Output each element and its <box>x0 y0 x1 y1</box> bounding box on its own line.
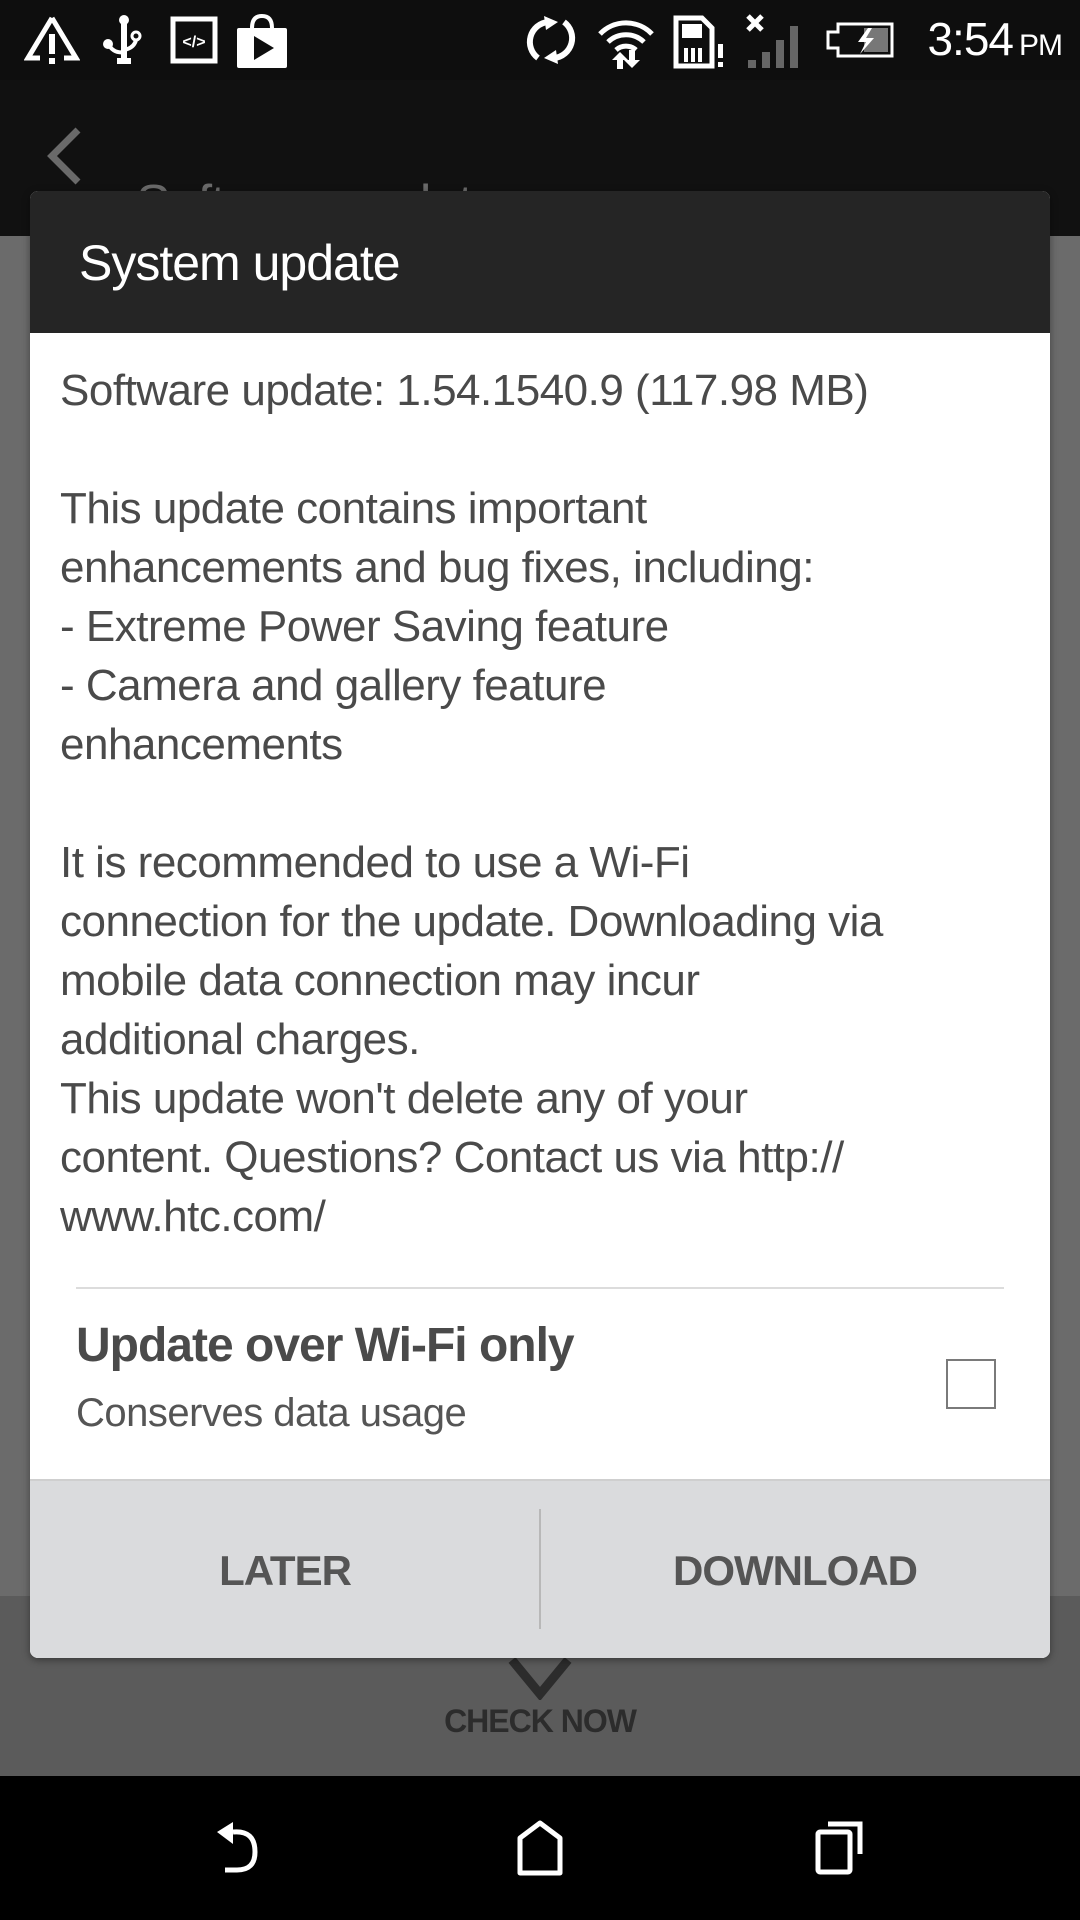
notice-line: This update won't delete any of your <box>60 1074 748 1123</box>
svg-text:</>: </> <box>182 34 205 51</box>
description-line: - Extreme Power Saving feature <box>60 602 669 651</box>
status-bar: </> 3:54 PM <box>0 0 1080 80</box>
description-line: enhancements and bug fixes, including: <box>60 543 814 592</box>
back-icon[interactable] <box>200 1816 280 1880</box>
sd-card-alert-icon <box>672 14 730 69</box>
description-line: enhancements <box>60 720 343 769</box>
notice-line: mobile data connection may incur <box>60 956 700 1005</box>
wifi-data-icon <box>596 14 656 69</box>
clock: 3:54 PM <box>927 12 1063 66</box>
battery-charging-icon <box>824 14 894 66</box>
download-button[interactable]: DOWNLOAD <box>540 1481 1050 1658</box>
dialog-header: System update <box>30 191 1050 333</box>
dialog-body: Software update: 1.54.1540.9 (117.98 MB)… <box>30 333 1050 1246</box>
home-icon[interactable] <box>500 1816 580 1880</box>
developer-code-icon: </> <box>170 14 218 66</box>
system-update-dialog: System update Software update: 1.54.1540… <box>30 191 1050 1658</box>
notice-line: additional charges. <box>60 1015 420 1064</box>
no-signal-icon <box>744 14 806 68</box>
divider <box>76 1287 1004 1289</box>
clock-time: 3:54 <box>927 13 1014 65</box>
clock-ampm: PM <box>1019 29 1063 62</box>
later-button[interactable]: LATER <box>30 1481 540 1658</box>
wifi-only-title: Update over Wi-Fi only <box>76 1319 575 1372</box>
notice-line: connection for the update. Downloading v… <box>60 897 883 946</box>
notice-line: It is recommended to use a Wi-Fi <box>60 838 690 887</box>
notice-line: content. Questions? Contact us via http:… <box>60 1133 844 1182</box>
warning-icon <box>24 14 80 66</box>
wifi-only-subtitle: Conserves data usage <box>76 1391 467 1435</box>
sync-icon <box>524 14 578 66</box>
navigation-bar <box>0 1776 1080 1920</box>
description-line: This update contains important <box>60 484 647 533</box>
chevron-left-icon[interactable] <box>44 126 84 191</box>
dialog-footer: LATER DOWNLOAD <box>30 1479 1050 1658</box>
dialog-title: System update <box>79 235 401 291</box>
usb-icon <box>100 14 146 66</box>
wifi-only-checkbox[interactable] <box>946 1359 996 1409</box>
check-now-button[interactable]: CHECK NOW <box>0 1703 1080 1740</box>
notice-link-line[interactable]: www.htc.com/ <box>60 1187 1030 1246</box>
update-version-text: Software update: 1.54.1540.9 (117.98 MB) <box>60 366 869 415</box>
recents-icon[interactable] <box>800 1816 880 1880</box>
play-store-icon <box>234 14 290 68</box>
description-line: - Camera and gallery feature <box>60 661 607 710</box>
chevron-down-icon <box>506 1656 574 1705</box>
